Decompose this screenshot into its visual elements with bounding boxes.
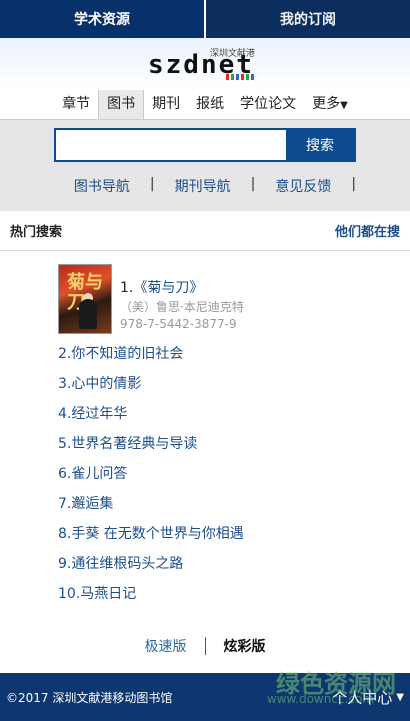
search-button[interactable]: 搜索 bbox=[286, 130, 354, 160]
list-item[interactable]: 9.通往维根码头之路 bbox=[58, 549, 410, 579]
category-theses[interactable]: 学位论文 bbox=[232, 93, 304, 119]
list-item[interactable]: 7.邂逅集 bbox=[58, 489, 410, 519]
list-item[interactable]: 3.心中的倩影 bbox=[58, 369, 410, 399]
sub-links: 图书导航 | 期刊导航 | 意见反馈 | bbox=[0, 176, 410, 196]
hot-search-header: 热门搜索 他们都在搜 bbox=[0, 211, 410, 251]
search-area: 搜索 图书导航 | 期刊导航 | 意见反馈 | bbox=[0, 120, 410, 211]
feedback-link[interactable]: 意见反馈 bbox=[255, 176, 351, 196]
hot-search-list: 2.你不知道的旧社会 3.心中的倩影 4.经过年华 5.世界名著经典与导读 6.… bbox=[0, 339, 410, 609]
book-cover-image[interactable]: 菊与刀 bbox=[58, 264, 112, 334]
tab-my-subscriptions[interactable]: 我的订阅 bbox=[206, 0, 410, 38]
list-item[interactable]: 10.马燕日记 bbox=[58, 579, 410, 609]
list-item[interactable]: 5.世界名著经典与导读 bbox=[58, 429, 410, 459]
category-nav: 章节 图书 期刊 报纸 学位论文 更多▼ bbox=[0, 88, 410, 120]
color-version-link[interactable]: 炫彩版 bbox=[224, 636, 266, 656]
list-item[interactable]: 4.经过年华 bbox=[58, 399, 410, 429]
caret-down-icon: ▼ bbox=[340, 100, 348, 111]
category-newspapers[interactable]: 报纸 bbox=[188, 93, 232, 119]
category-more-label: 更多 bbox=[312, 96, 341, 112]
version-switch: 极速版 炫彩版 bbox=[0, 636, 410, 656]
journal-navigation-link[interactable]: 期刊导航 bbox=[155, 176, 251, 196]
tab-academic-resources[interactable]: 学术资源 bbox=[0, 0, 206, 38]
hot-search-title: 热门搜索 bbox=[10, 225, 63, 240]
list-item[interactable]: 6.雀儿问答 bbox=[58, 459, 410, 489]
search-box: 搜索 bbox=[54, 128, 356, 162]
book-title-link[interactable]: 《菊与刀》 bbox=[133, 280, 203, 296]
fast-version-link[interactable]: 极速版 bbox=[145, 636, 187, 656]
book-isbn: 978-7-5442-3877-9 bbox=[120, 317, 237, 331]
list-item[interactable]: 8.手葵 在无数个世界与你相遇 bbox=[58, 519, 410, 549]
category-more[interactable]: 更多▼ bbox=[304, 93, 356, 119]
caret-down-icon: ▼ bbox=[396, 691, 404, 703]
cover-figure-body bbox=[79, 299, 97, 329]
szdnet-logo[interactable]: szdnet 深圳文献港 bbox=[140, 44, 270, 84]
user-center-label: 个人中心 bbox=[332, 688, 393, 707]
category-journals[interactable]: 期刊 bbox=[144, 93, 188, 119]
category-chapter[interactable]: 章节 bbox=[54, 93, 98, 119]
top-tab-bar: 学术资源 我的订阅 bbox=[0, 0, 410, 38]
user-center-button[interactable]: 个人中心 ▼ bbox=[332, 687, 404, 708]
search-input[interactable] bbox=[56, 130, 286, 160]
book-navigation-link[interactable]: 图书导航 bbox=[54, 176, 150, 196]
book-title[interactable]: 1.《菊与刀》 bbox=[120, 277, 244, 297]
header-banner: szdnet 深圳文献港 bbox=[0, 38, 410, 90]
list-item[interactable]: 2.你不知道的旧社会 bbox=[58, 339, 410, 369]
book-rank: 1. bbox=[120, 280, 134, 296]
divider bbox=[204, 637, 206, 655]
footer-bar: ©2017 深圳文献港移动图书馆 个人中心 ▼ bbox=[0, 673, 410, 721]
others-searching-link[interactable]: 他们都在搜 bbox=[335, 221, 400, 240]
copyright-text: ©2017 深圳文献港移动图书馆 bbox=[6, 690, 173, 705]
category-books[interactable]: 图书 bbox=[98, 88, 145, 119]
divider: | bbox=[351, 176, 357, 192]
logo-color-dots bbox=[226, 74, 256, 80]
featured-book[interactable]: 菊与刀 1.《菊与刀》 （美）鲁思·本尼迪克特 978-7-5442-3877-… bbox=[0, 251, 410, 339]
book-author: （美）鲁思·本尼迪克特 bbox=[120, 300, 244, 314]
logo-subtitle: 深圳文献港 bbox=[210, 49, 256, 59]
book-info: 1.《菊与刀》 （美）鲁思·本尼迪克特 978-7-5442-3877-9 bbox=[120, 264, 244, 339]
